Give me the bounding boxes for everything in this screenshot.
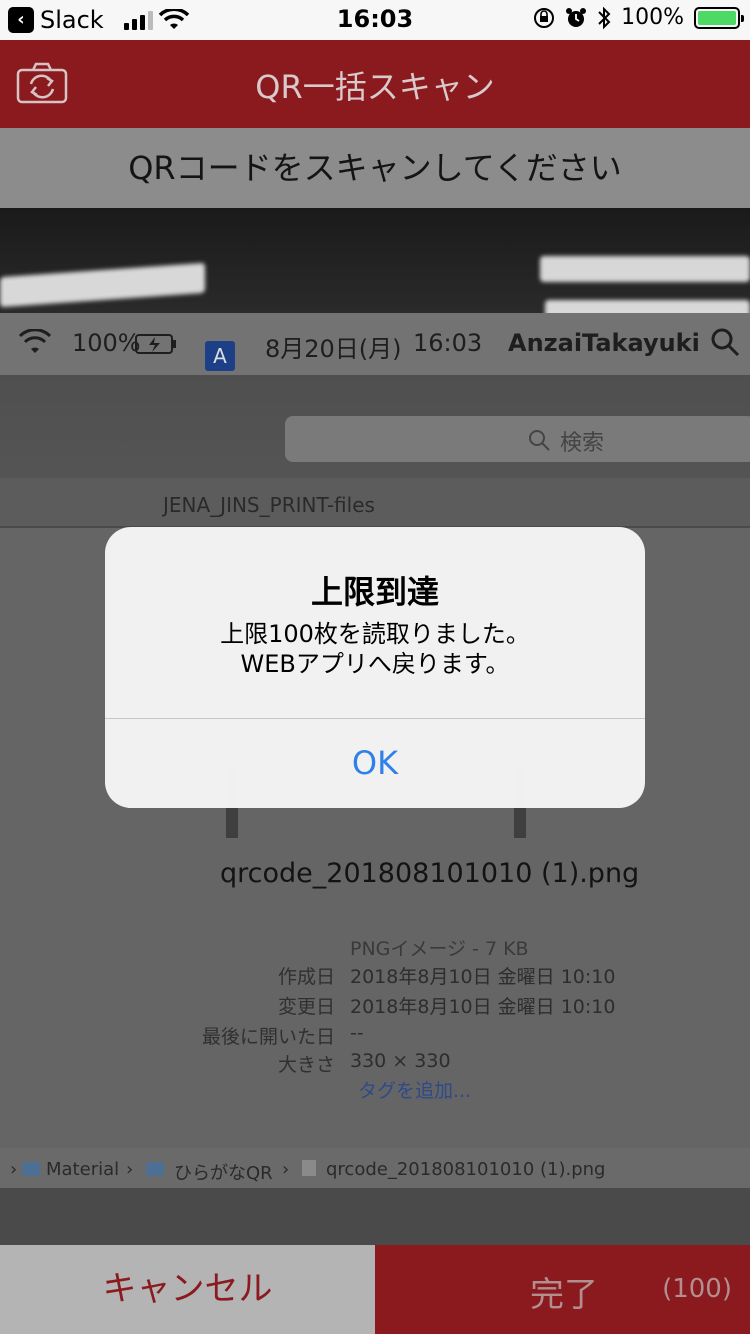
ok-button[interactable]: OK [105,719,645,808]
meta-row: 最後に開いた日 -- [201,1022,364,1048]
folder-icon [22,1162,40,1176]
meta-row: PNGイメージ - 7 KB [350,938,529,960]
add-tag-link: タグを追加... [358,1080,472,1102]
mac-spotlight-icon [711,328,740,357]
meta-row: 大きさ 330 × 330 [277,1050,451,1076]
breadcrumb-item: qrcode_201808101010 (1).png [326,1159,606,1180]
battery-percent: 100% [621,5,684,30]
mac-menubar: 100% A 8月20日(月) 16:03 AnzaiTakayuki [0,313,750,375]
chevron-right-icon: › [126,1159,134,1180]
folder-icon [146,1162,164,1176]
mac-breadcrumb: › Material › ひらがなQR › qrcode_20180810101… [0,1148,750,1188]
alert-message: 上限100枚を読取りました。 WEBアプリへ戻ります。 [105,619,645,679]
alert-message-line: 上限100枚を読取りました。 [220,620,530,648]
status-bar: ‹ Slack 16:03 100% [0,0,750,40]
mac-window-bottom [0,1188,750,1245]
mac-date: 8月20日(月) [265,335,402,363]
status-bar-right: 100% [533,5,744,30]
scan-count: (100) [662,1274,732,1304]
mac-window-title: JENA_JINS_PRINT-files [0,478,750,528]
page-title: QR一括スキャン [255,68,495,106]
mac-user: AnzaiTakayuki [508,329,700,357]
search-icon [529,430,550,451]
nav-bar: QR一括スキャン [0,40,750,128]
mac-time: 16:03 [413,329,483,357]
done-label: 完了 [530,1275,598,1315]
meta-row: 変更日 2018年8月10日 金曜日 10:10 [277,996,616,1018]
file-icon [302,1160,316,1176]
meta-row: 作成日 2018年8月10日 金曜日 10:10 [277,966,616,988]
breadcrumb-item: ひらがなQR [174,1163,273,1184]
mac-filename: qrcode_201808101010 (1).png [220,858,640,889]
mac-battery-charging-icon [135,334,176,354]
alert-title: 上限到達 [310,573,439,611]
bluetooth-icon [598,6,611,29]
ceiling-light [540,256,750,282]
mac-folder-title: JENA_JINS_PRINT-files [163,493,375,517]
mac-input-source: A [205,341,235,371]
mac-wifi-icon [18,329,52,353]
mac-search-placeholder: 検索 [560,431,605,456]
limit-reached-alert: 上限到達 上限100枚を読取りました。 WEBアプリへ戻ります。 OK [105,527,645,808]
alert-message-line: WEBアプリへ戻ります。 [240,650,510,678]
scan-instruction: QRコードをスキャンしてください [0,128,750,208]
mac-battery-percent: 100% [72,329,141,357]
chevron-right-icon: › [10,1159,18,1180]
alarm-icon [566,7,587,27]
breadcrumb-item: Material [46,1159,120,1180]
mac-search-field: 検索 [285,416,750,462]
chevron-right-icon: › [282,1159,290,1180]
orientation-lock-icon [534,7,555,28]
done-button[interactable]: 完了 (100) [375,1245,750,1334]
cancel-button[interactable]: キャンセル [0,1245,375,1334]
ceiling-light [0,262,205,308]
battery-icon [694,6,744,29]
